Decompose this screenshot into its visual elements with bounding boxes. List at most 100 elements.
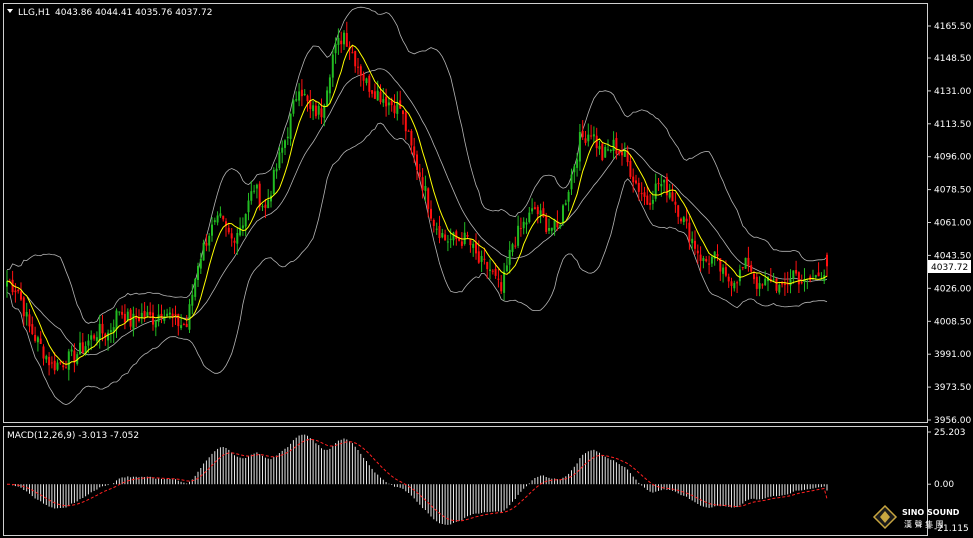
candle-body bbox=[413, 146, 416, 156]
candle-body bbox=[491, 270, 494, 272]
candle-body bbox=[230, 233, 233, 239]
candle-body bbox=[710, 257, 713, 264]
candle-body bbox=[6, 281, 8, 287]
candle-body bbox=[674, 201, 677, 205]
candle-body bbox=[298, 91, 301, 101]
price-tick-label: 4113.50 bbox=[934, 120, 971, 130]
candle-body bbox=[702, 258, 705, 261]
candle-body bbox=[67, 351, 70, 370]
logo-text-en: SINO SOUND bbox=[902, 508, 960, 517]
candle-body bbox=[545, 216, 548, 232]
candle-body bbox=[404, 112, 407, 132]
chart-window: 4165.50 4148.50 4131.00 4113.50 4096.00 4078.… bbox=[0, 0, 973, 538]
candle-body bbox=[79, 342, 81, 355]
candle-body bbox=[236, 233, 239, 244]
candle-body bbox=[320, 108, 323, 118]
candle-body bbox=[722, 267, 725, 274]
candle-body bbox=[562, 205, 564, 224]
candle-body bbox=[601, 143, 604, 160]
candle-body bbox=[567, 191, 570, 202]
candle-body bbox=[233, 240, 236, 243]
candle-body bbox=[542, 208, 545, 217]
candle-body bbox=[177, 314, 180, 327]
candle-body bbox=[340, 40, 343, 45]
candle-body bbox=[123, 313, 126, 323]
candle-body bbox=[646, 195, 649, 205]
candle-body bbox=[497, 278, 500, 280]
candle-body bbox=[250, 191, 253, 201]
candle-body bbox=[180, 325, 183, 329]
candle-body bbox=[393, 105, 396, 114]
candle-body bbox=[570, 174, 573, 190]
candle-body bbox=[550, 227, 553, 231]
candle-body bbox=[517, 225, 520, 246]
candle-body bbox=[101, 323, 104, 334]
candle-body bbox=[637, 182, 640, 192]
candle-body bbox=[146, 312, 149, 316]
candle-body bbox=[129, 309, 132, 327]
candle-body bbox=[778, 284, 781, 293]
candle-body bbox=[227, 227, 230, 233]
candle-body bbox=[22, 297, 25, 317]
candle-body bbox=[489, 269, 491, 271]
candle-body bbox=[716, 254, 719, 257]
candle-body bbox=[152, 312, 154, 325]
candle-body bbox=[275, 168, 278, 172]
candle-body bbox=[466, 235, 469, 237]
candle-body bbox=[371, 90, 374, 94]
candle-body bbox=[331, 54, 334, 78]
candle-body bbox=[87, 340, 90, 346]
candle-body bbox=[264, 204, 267, 208]
candle-body bbox=[800, 282, 803, 284]
candle-body bbox=[430, 208, 432, 219]
candle-body bbox=[379, 91, 382, 103]
candle-body bbox=[65, 367, 67, 369]
candle-body bbox=[222, 215, 225, 220]
candle-body bbox=[755, 276, 758, 289]
candle-body bbox=[657, 183, 660, 185]
candle-body bbox=[455, 231, 458, 239]
candle-body bbox=[671, 192, 674, 202]
candle-body bbox=[528, 212, 531, 223]
candle-body bbox=[197, 266, 199, 280]
candle-body bbox=[351, 52, 354, 54]
price-tick-label: 3973.50 bbox=[934, 383, 971, 393]
candle-body bbox=[789, 279, 792, 286]
candle-body bbox=[345, 33, 348, 47]
candle-body bbox=[475, 242, 477, 254]
candle-body bbox=[651, 199, 654, 204]
candle-body bbox=[17, 289, 20, 292]
candle-body bbox=[50, 362, 53, 364]
candle-body bbox=[519, 228, 522, 230]
candle-body bbox=[781, 283, 784, 285]
candle-body bbox=[194, 279, 197, 297]
candle-body bbox=[629, 161, 632, 177]
candle-body bbox=[56, 362, 59, 370]
candle-body bbox=[514, 245, 517, 247]
candle-body bbox=[522, 221, 525, 229]
candle-body bbox=[199, 259, 202, 269]
candle-body bbox=[376, 90, 379, 101]
candle-body bbox=[132, 313, 135, 329]
candle-body bbox=[643, 192, 646, 197]
candle-body bbox=[272, 170, 275, 194]
candle-body bbox=[278, 152, 281, 169]
candle-body bbox=[166, 313, 169, 316]
candle-body bbox=[595, 135, 598, 149]
candle-body bbox=[28, 314, 31, 327]
candle-body bbox=[216, 215, 219, 223]
candle-body bbox=[357, 66, 359, 68]
candle-body bbox=[663, 180, 666, 183]
candle-body bbox=[438, 226, 441, 238]
candle-body bbox=[20, 291, 22, 300]
candle-body bbox=[421, 177, 424, 191]
candle-body bbox=[814, 275, 817, 278]
candle-body bbox=[654, 183, 657, 199]
candle-body bbox=[39, 338, 42, 344]
candle-body bbox=[149, 311, 152, 315]
candle-body bbox=[612, 139, 615, 151]
candle-body bbox=[261, 206, 264, 208]
candle-body bbox=[783, 283, 786, 286]
candle-body bbox=[753, 273, 755, 280]
candle-body bbox=[81, 342, 84, 353]
